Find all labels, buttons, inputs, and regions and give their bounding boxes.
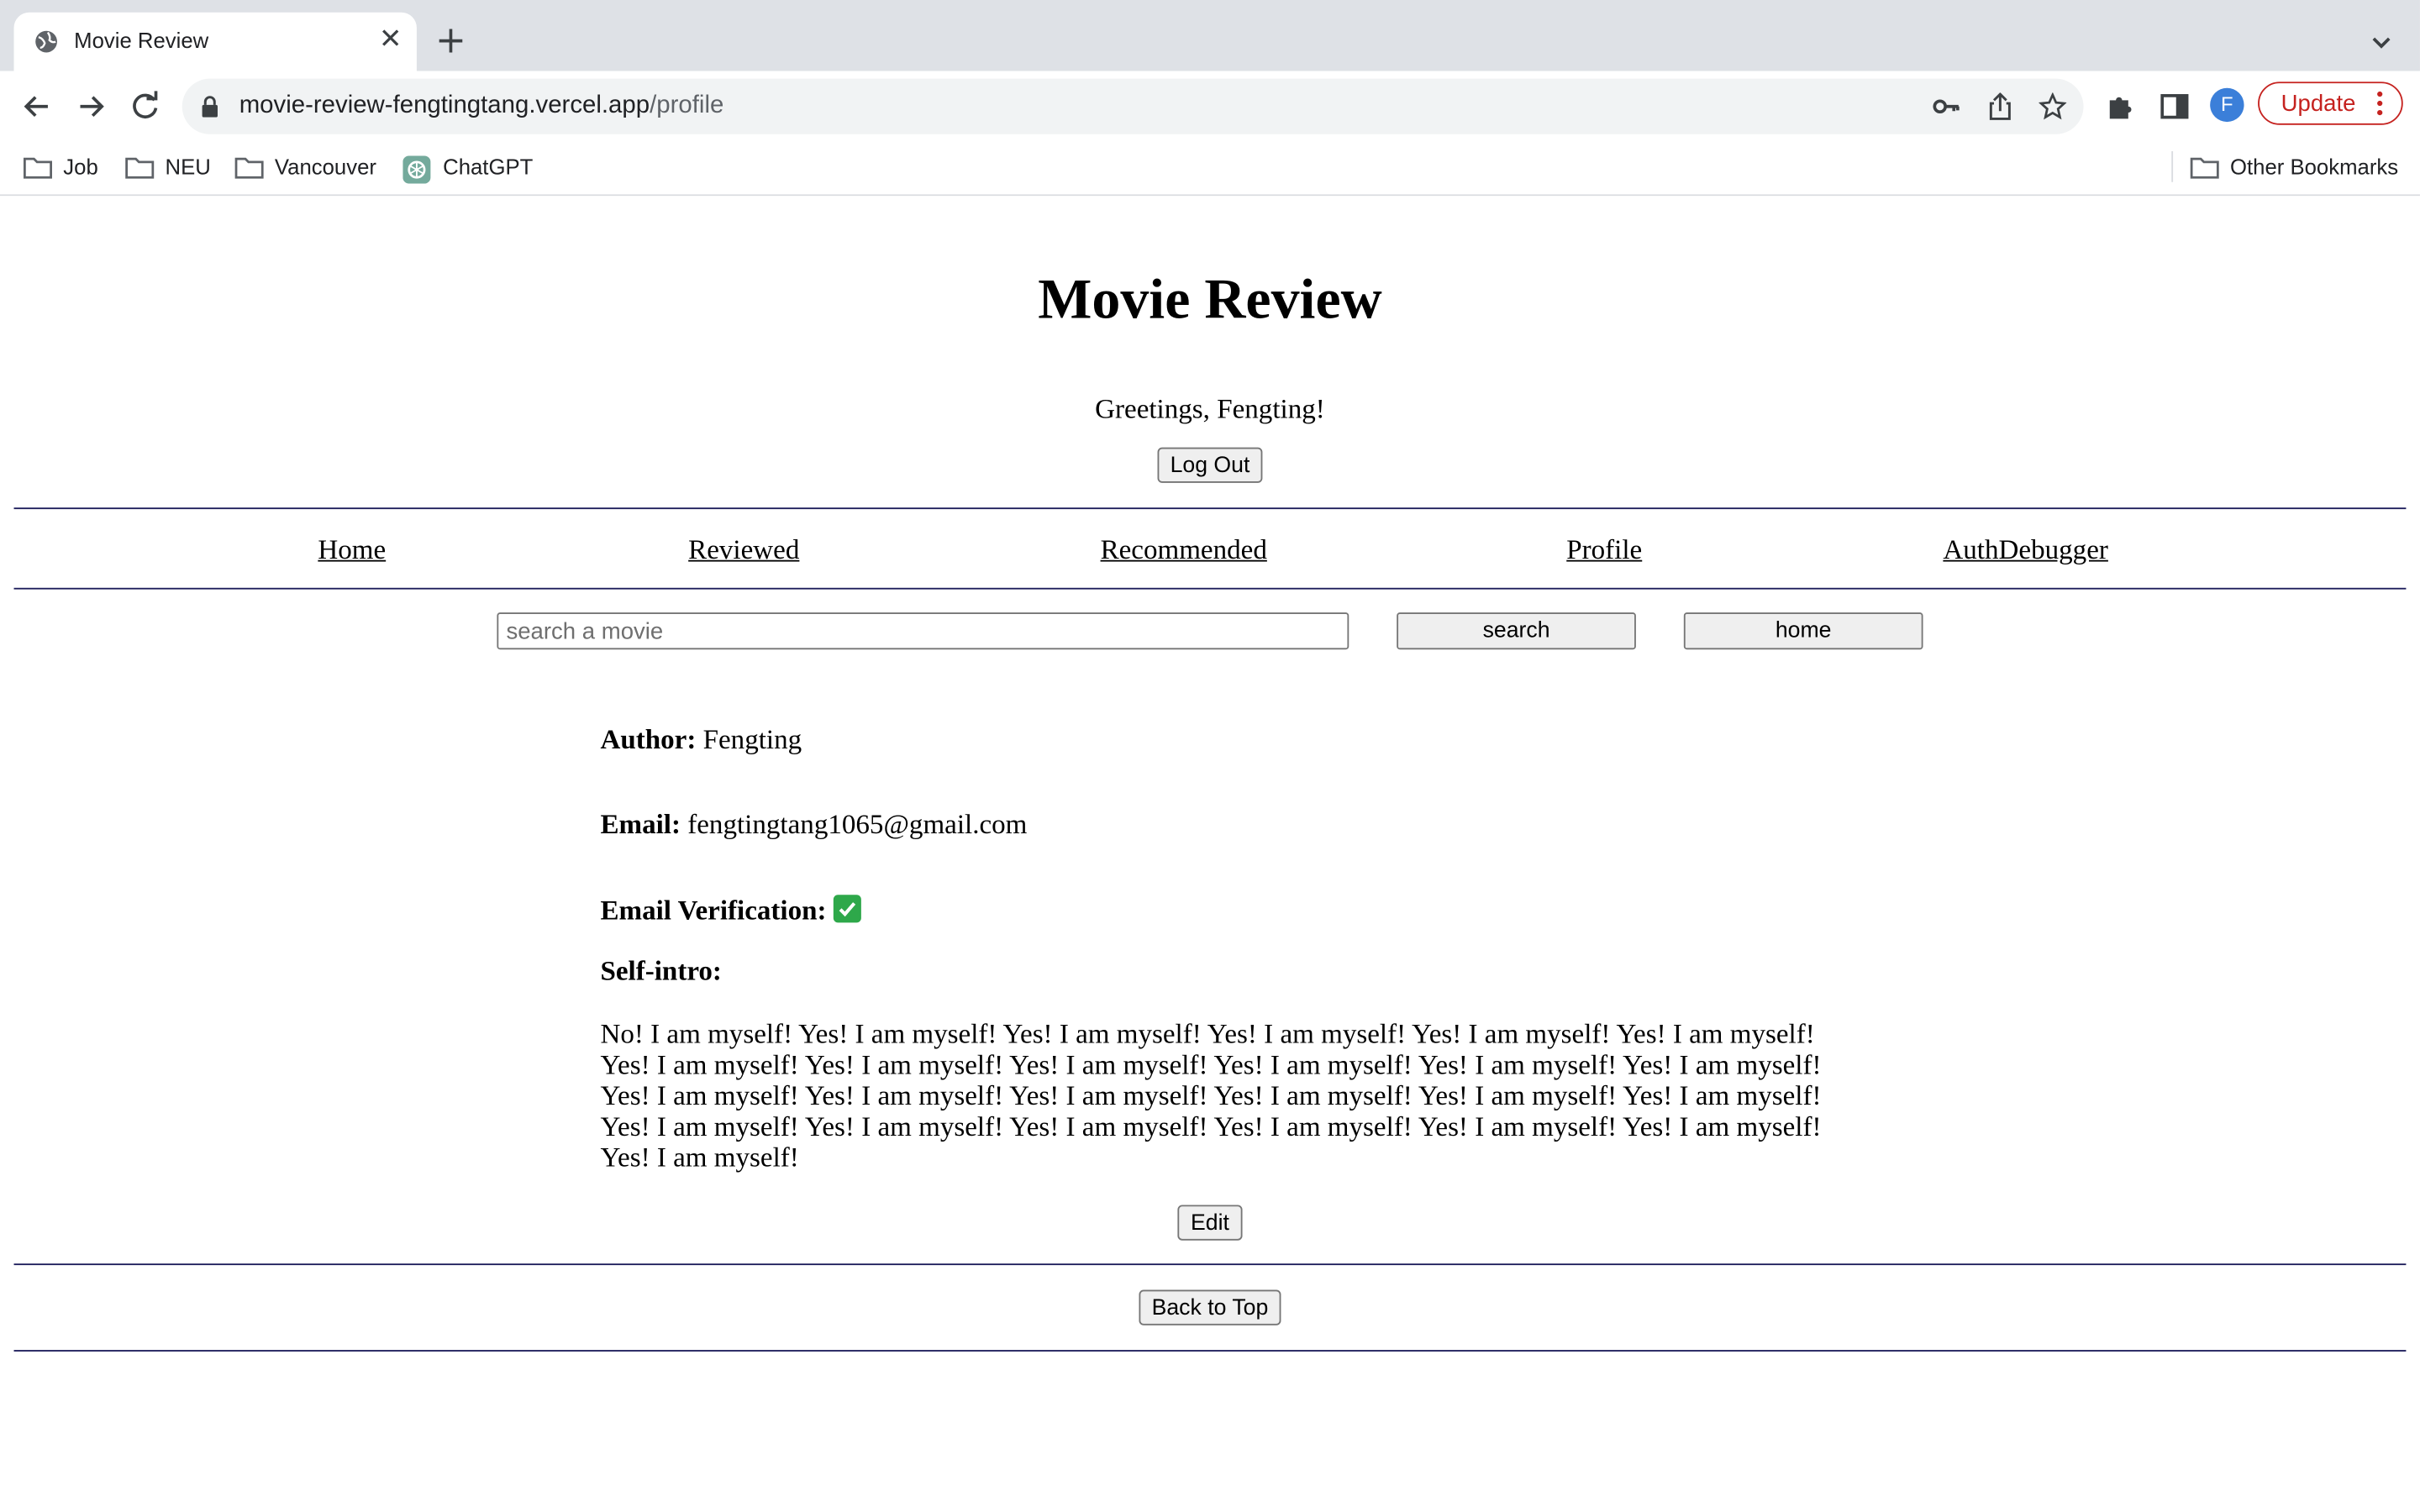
search-input[interactable] — [497, 612, 1349, 650]
tab-title: Movie Review — [74, 28, 209, 53]
email-verification-field: Email Verification: — [600, 895, 861, 927]
app-title: Movie Review — [1038, 268, 1382, 332]
nav-link-home[interactable]: Home — [318, 533, 386, 566]
address-bar[interactable]: movie-review-fengtingtang.vercel.app/pro… — [182, 78, 2084, 134]
footer-divider-bottom — [13, 1350, 2407, 1352]
lock-icon[interactable] — [201, 96, 219, 118]
chatgpt-logo-icon — [402, 155, 431, 184]
bookmark-label: Vancouver — [274, 154, 376, 180]
bookmarks-bar: Job NEU Vancouver ChatGPT Other Bookmark… — [0, 139, 2420, 197]
self-intro-label: Self-intro: — [600, 954, 722, 986]
nav-link-profile[interactable]: Profile — [1566, 533, 1642, 566]
globe-icon — [35, 30, 57, 53]
verified-check-icon — [833, 895, 861, 923]
email-verification-label: Email Verification: — [600, 895, 827, 927]
author-label: Author: — [600, 723, 697, 755]
bookmark-label: Other Bookmarks — [2230, 154, 2399, 180]
back-to-top-button[interactable]: Back to Top — [1139, 1289, 1281, 1326]
nav-link-recommended[interactable]: Recommended — [1101, 533, 1267, 566]
profile-avatar[interactable]: F — [2210, 87, 2244, 123]
folder-icon — [2190, 157, 2219, 179]
folder-icon — [125, 157, 155, 179]
nav-link-reviewed[interactable]: Reviewed — [688, 533, 799, 566]
forward-arrow-icon[interactable] — [71, 87, 111, 127]
search-button[interactable]: search — [1397, 612, 1636, 650]
author-value: Fengting — [702, 723, 802, 755]
bookmark-label: NEU — [165, 154, 211, 180]
home-button[interactable]: home — [1683, 612, 1923, 650]
email-field: Email: fengtingtang1065@gmail.com — [600, 808, 1027, 841]
reload-icon[interactable] — [125, 87, 166, 127]
email-value: fengtingtang1065@gmail.com — [687, 808, 1028, 840]
bookmarks-separator — [2171, 150, 2174, 182]
bookmark-label: Job — [63, 154, 98, 180]
url-text: movie-review-fengtingtang.vercel.app/pro… — [239, 92, 724, 119]
share-icon[interactable] — [1986, 92, 2014, 120]
new-tab-icon[interactable]: + — [435, 22, 466, 59]
page-content: Movie Review Greetings, Fengting! Log Ou… — [0, 196, 2420, 1512]
greeting-text: Greetings, Fengting! — [1095, 393, 1325, 425]
nav-link-authdebugger[interactable]: AuthDebugger — [1943, 533, 2107, 566]
update-button[interactable]: Update — [2258, 81, 2403, 125]
close-tab-icon[interactable]: ✕ — [375, 24, 406, 55]
bookmark-label: ChatGPT — [443, 154, 534, 180]
browser-tab[interactable]: Movie Review ✕ — [13, 12, 417, 71]
star-icon[interactable] — [2039, 92, 2067, 120]
chevron-down-icon[interactable] — [2367, 28, 2395, 55]
author-field: Author: Fengting — [600, 723, 802, 756]
update-label: Update — [2281, 91, 2356, 118]
self-intro-text: No! I am myself! Yes! I am myself! Yes! … — [600, 1018, 1822, 1173]
logout-button[interactable]: Log Out — [1157, 447, 1263, 483]
browser-tab-strip: Movie Review ✕ + — [0, 0, 2420, 71]
self-intro-field: Self-intro: — [600, 955, 721, 988]
folder-icon — [234, 157, 264, 179]
kebab-menu-icon[interactable] — [2377, 90, 2383, 118]
key-icon[interactable] — [1933, 92, 1960, 120]
back-arrow-icon[interactable] — [17, 87, 57, 127]
nav-divider-top — [13, 507, 2407, 510]
edit-button[interactable]: Edit — [1177, 1205, 1243, 1241]
browser-toolbar: movie-review-fengtingtang.vercel.app/pro… — [0, 71, 2420, 139]
extensions-puzzle-icon[interactable] — [2105, 91, 2136, 122]
folder-icon — [24, 157, 52, 179]
email-label: Email: — [600, 808, 681, 840]
side-panel-icon[interactable] — [2160, 91, 2191, 122]
footer-divider-top — [13, 1263, 2407, 1266]
nav-divider-bottom — [13, 587, 2407, 590]
